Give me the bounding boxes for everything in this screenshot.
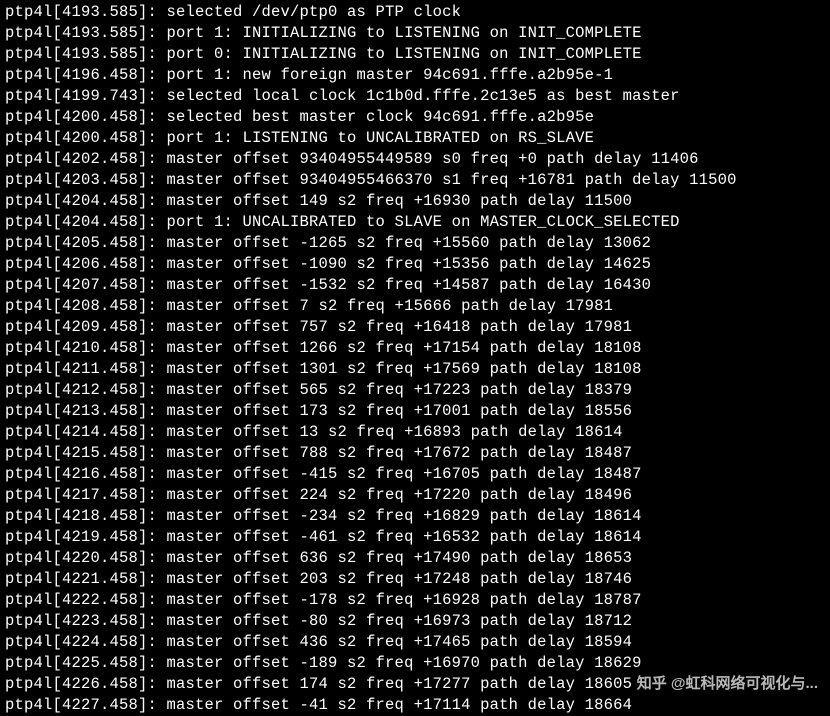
log-line: ptp4l[4209.458]: master offset 757 s2 fr… bbox=[5, 317, 825, 338]
log-line: ptp4l[4200.458]: selected best master cl… bbox=[5, 107, 825, 128]
log-line: ptp4l[4193.585]: port 0: INITIALIZING to… bbox=[5, 44, 825, 65]
log-line: ptp4l[4202.458]: master offset 934049554… bbox=[5, 149, 825, 170]
log-line: ptp4l[4227.458]: master offset -41 s2 fr… bbox=[5, 695, 825, 716]
log-line: ptp4l[4208.458]: master offset 7 s2 freq… bbox=[5, 296, 825, 317]
log-line: ptp4l[4205.458]: master offset -1265 s2 … bbox=[5, 233, 825, 254]
log-line: ptp4l[4207.458]: master offset -1532 s2 … bbox=[5, 275, 825, 296]
log-line: ptp4l[4212.458]: master offset 565 s2 fr… bbox=[5, 380, 825, 401]
log-line: ptp4l[4199.743]: selected local clock 1c… bbox=[5, 86, 825, 107]
log-line: ptp4l[4224.458]: master offset 436 s2 fr… bbox=[5, 632, 825, 653]
log-line: ptp4l[4217.458]: master offset 224 s2 fr… bbox=[5, 485, 825, 506]
log-line: ptp4l[4204.458]: port 1: UNCALIBRATED to… bbox=[5, 212, 825, 233]
terminal-output[interactable]: ptp4l[4193.585]: selected /dev/ptp0 as P… bbox=[5, 2, 825, 716]
watermark: 知乎 @虹科网络可视化与... bbox=[637, 673, 818, 694]
log-line: ptp4l[4215.458]: master offset 788 s2 fr… bbox=[5, 443, 825, 464]
log-line: ptp4l[4223.458]: master offset -80 s2 fr… bbox=[5, 611, 825, 632]
log-line: ptp4l[4216.458]: master offset -415 s2 f… bbox=[5, 464, 825, 485]
log-line: ptp4l[4203.458]: master offset 934049554… bbox=[5, 170, 825, 191]
log-line: ptp4l[4218.458]: master offset -234 s2 f… bbox=[5, 506, 825, 527]
log-line: ptp4l[4221.458]: master offset 203 s2 fr… bbox=[5, 569, 825, 590]
log-line: ptp4l[4204.458]: master offset 149 s2 fr… bbox=[5, 191, 825, 212]
log-line: ptp4l[4222.458]: master offset -178 s2 f… bbox=[5, 590, 825, 611]
log-line: ptp4l[4206.458]: master offset -1090 s2 … bbox=[5, 254, 825, 275]
log-line: ptp4l[4219.458]: master offset -461 s2 f… bbox=[5, 527, 825, 548]
log-line: ptp4l[4200.458]: port 1: LISTENING to UN… bbox=[5, 128, 825, 149]
log-line: ptp4l[4196.458]: port 1: new foreign mas… bbox=[5, 65, 825, 86]
log-line: ptp4l[4193.585]: selected /dev/ptp0 as P… bbox=[5, 2, 825, 23]
log-line: ptp4l[4214.458]: master offset 13 s2 fre… bbox=[5, 422, 825, 443]
log-line: ptp4l[4210.458]: master offset 1266 s2 f… bbox=[5, 338, 825, 359]
log-line: ptp4l[4193.585]: port 1: INITIALIZING to… bbox=[5, 23, 825, 44]
log-line: ptp4l[4225.458]: master offset -189 s2 f… bbox=[5, 653, 825, 674]
log-line: ptp4l[4220.458]: master offset 636 s2 fr… bbox=[5, 548, 825, 569]
log-line: ptp4l[4213.458]: master offset 173 s2 fr… bbox=[5, 401, 825, 422]
log-line: ptp4l[4211.458]: master offset 1301 s2 f… bbox=[5, 359, 825, 380]
